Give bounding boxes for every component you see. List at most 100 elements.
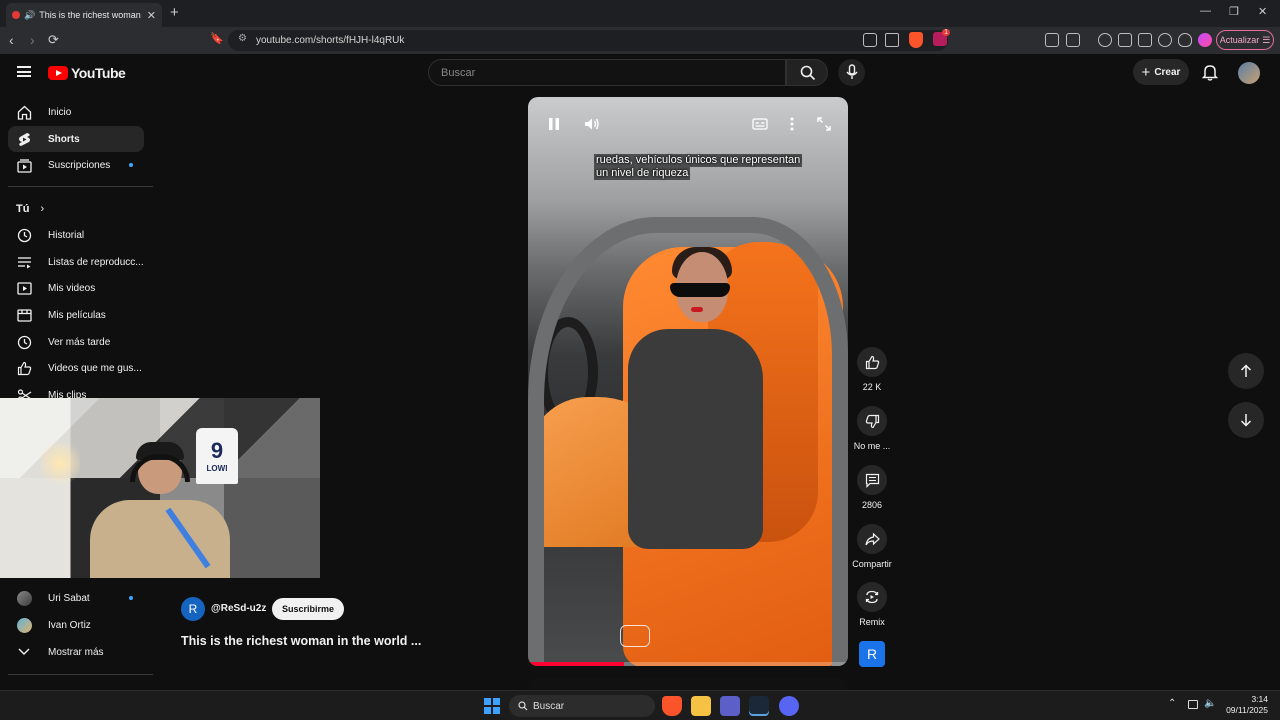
sidebar-item-historial[interactable]: Historial (8, 222, 144, 248)
sidebar-item-label: Shorts (48, 133, 80, 145)
brave-shield-icon[interactable] (909, 32, 923, 48)
discord-icon[interactable] (779, 696, 799, 716)
search-input[interactable]: Buscar (428, 59, 786, 86)
dislike-button[interactable] (857, 406, 887, 436)
next-short-preview[interactable] (528, 678, 848, 690)
subscribe-button[interactable]: Suscribirme (272, 598, 344, 620)
profile-icon[interactable] (1198, 33, 1212, 47)
menu-hamburger-icon[interactable] (17, 66, 31, 77)
network-icon[interactable] (1188, 700, 1198, 709)
sidebar-subscription-uri-sabat[interactable]: Uri Sabat (8, 585, 144, 611)
account-avatar[interactable] (1238, 62, 1260, 84)
search-button[interactable] (786, 59, 828, 86)
new-tab-button[interactable]: + (170, 4, 179, 21)
subscriptions-icon (16, 157, 32, 173)
caption-line: ruedas, vehículos únicos que representan (594, 154, 803, 167)
rewards-badge: 1 (942, 29, 950, 36)
share-button[interactable] (857, 524, 887, 554)
tab-groups-icon[interactable] (1138, 33, 1152, 47)
create-button[interactable]: + Crear (1133, 59, 1189, 85)
sidebar-subscription-ivan-ortiz[interactable]: Ivan Ortiz (8, 612, 144, 638)
browser-tab[interactable]: 🔊 This is the richest woman in th ✕ (6, 3, 162, 27)
sidebar-item-shorts[interactable]: Shorts (8, 126, 144, 152)
cast-icon[interactable] (863, 33, 877, 47)
sidebar-item-suscripciones[interactable]: Suscripciones (8, 152, 144, 178)
rewards-icon[interactable]: 1 (933, 29, 950, 46)
sidebar-item-videos-que-me-gustan[interactable]: Videos que me gus... (8, 355, 144, 381)
bookmark-icon[interactable]: 🔖 (210, 32, 224, 45)
caption-line: un nivel de riqueza (594, 167, 691, 180)
pause-button[interactable] (543, 113, 565, 135)
arrow-up-icon (1240, 364, 1252, 377)
close-window-button[interactable]: ✕ (1258, 5, 1267, 18)
brave-browser-icon[interactable] (662, 696, 682, 716)
leo-ai-icon[interactable] (1158, 33, 1172, 47)
browser-toolbar: ‹ › ⟳ 🔖 ⚙ youtube.com/shorts/fHJH-l4qRUk… (0, 27, 1280, 54)
video-title[interactable]: This is the richest woman in the world .… (181, 634, 421, 648)
share-icon (864, 532, 880, 545)
site-info-icon[interactable]: ⚙ (238, 33, 247, 44)
back-button[interactable]: ‹ (9, 32, 14, 48)
channel-badge[interactable]: R (859, 641, 885, 667)
update-label: Actualizar (1219, 35, 1260, 45)
channel-name[interactable]: @ReSd-u2z (211, 603, 266, 614)
taskbar-clock[interactable]: 3:14 09/11/2025 (1222, 694, 1268, 716)
more-options-button[interactable] (781, 113, 803, 135)
wallet-icon[interactable] (1066, 33, 1080, 47)
clock-time: 3:14 (1251, 694, 1268, 704)
vpn-icon[interactable] (1178, 33, 1192, 47)
media-icon[interactable] (1098, 33, 1112, 47)
reload-button[interactable]: ⟳ (48, 32, 59, 48)
comments-button[interactable] (857, 465, 887, 495)
chevron-right-icon: › (40, 203, 45, 215)
video-progress-bar[interactable] (528, 662, 848, 666)
speaker-icon[interactable]: 🔈 (1204, 698, 1216, 709)
sidebar-item-mis-peliculas[interactable]: Mis películas (8, 302, 144, 328)
address-bar[interactable]: ⚙ youtube.com/shorts/fHJH-l4qRUk (228, 30, 948, 51)
youtube-logo[interactable]: YouTube (48, 65, 126, 81)
previous-short-button[interactable] (1228, 353, 1264, 389)
webcam-overlay: 9 LOWI (0, 398, 320, 578)
restore-button[interactable]: ❐ (1229, 5, 1239, 18)
fullscreen-button[interactable] (813, 113, 835, 135)
sidebar-toggle-icon[interactable] (1118, 33, 1132, 47)
search-placeholder: Buscar (441, 66, 476, 79)
next-short-button[interactable] (1228, 402, 1264, 438)
desk-lamp (40, 438, 80, 488)
you-section-header[interactable]: Tú › (16, 203, 44, 215)
windows-start-button[interactable] (484, 698, 500, 714)
remix-button[interactable] (857, 582, 887, 612)
minimize-button[interactable]: — (1200, 5, 1211, 17)
forward-button[interactable]: › (30, 32, 35, 48)
new-content-dot (129, 163, 133, 167)
sidebar-item-listas[interactable]: Listas de reproducc... (8, 249, 144, 275)
close-tab-icon[interactable]: ✕ (147, 9, 156, 22)
sidebar-item-mis-videos[interactable]: Mis videos (8, 275, 144, 301)
comment-count: 2806 (861, 500, 883, 510)
update-button[interactable]: Actualizar ☰ (1216, 30, 1274, 50)
more-vertical-icon (790, 117, 794, 131)
remix-label: Remix (859, 617, 885, 627)
share-page-icon[interactable] (885, 33, 899, 47)
teams-icon[interactable] (720, 696, 740, 716)
channel-avatar[interactable]: R (181, 597, 205, 621)
volume-button[interactable] (581, 113, 603, 135)
captions-button[interactable] (749, 113, 771, 135)
plus-icon: + (1141, 63, 1151, 81)
notifications-button[interactable] (1201, 63, 1219, 86)
speaker-icon[interactable]: 🔊 (24, 10, 35, 21)
liked-icon (16, 360, 32, 376)
like-button[interactable] (857, 347, 887, 377)
extensions-icon[interactable] (1045, 33, 1059, 47)
sidebar-item-ver-mas-tarde[interactable]: Ver más tarde (8, 329, 144, 355)
voice-search-button[interactable] (838, 59, 865, 86)
show-hidden-icons-button[interactable]: ⌃ (1168, 698, 1176, 709)
taskbar-search[interactable]: Buscar (509, 695, 655, 717)
show-more-button[interactable]: Mostrar más (8, 639, 144, 665)
shorts-video-player[interactable]: ruedas, vehículos únicos que representan… (528, 97, 848, 666)
file-explorer-icon[interactable] (691, 696, 711, 716)
steam-icon[interactable] (749, 696, 769, 716)
creator-watermark-icon (620, 625, 650, 647)
search-icon (518, 701, 528, 711)
sidebar-item-inicio[interactable]: Inicio (8, 99, 144, 125)
